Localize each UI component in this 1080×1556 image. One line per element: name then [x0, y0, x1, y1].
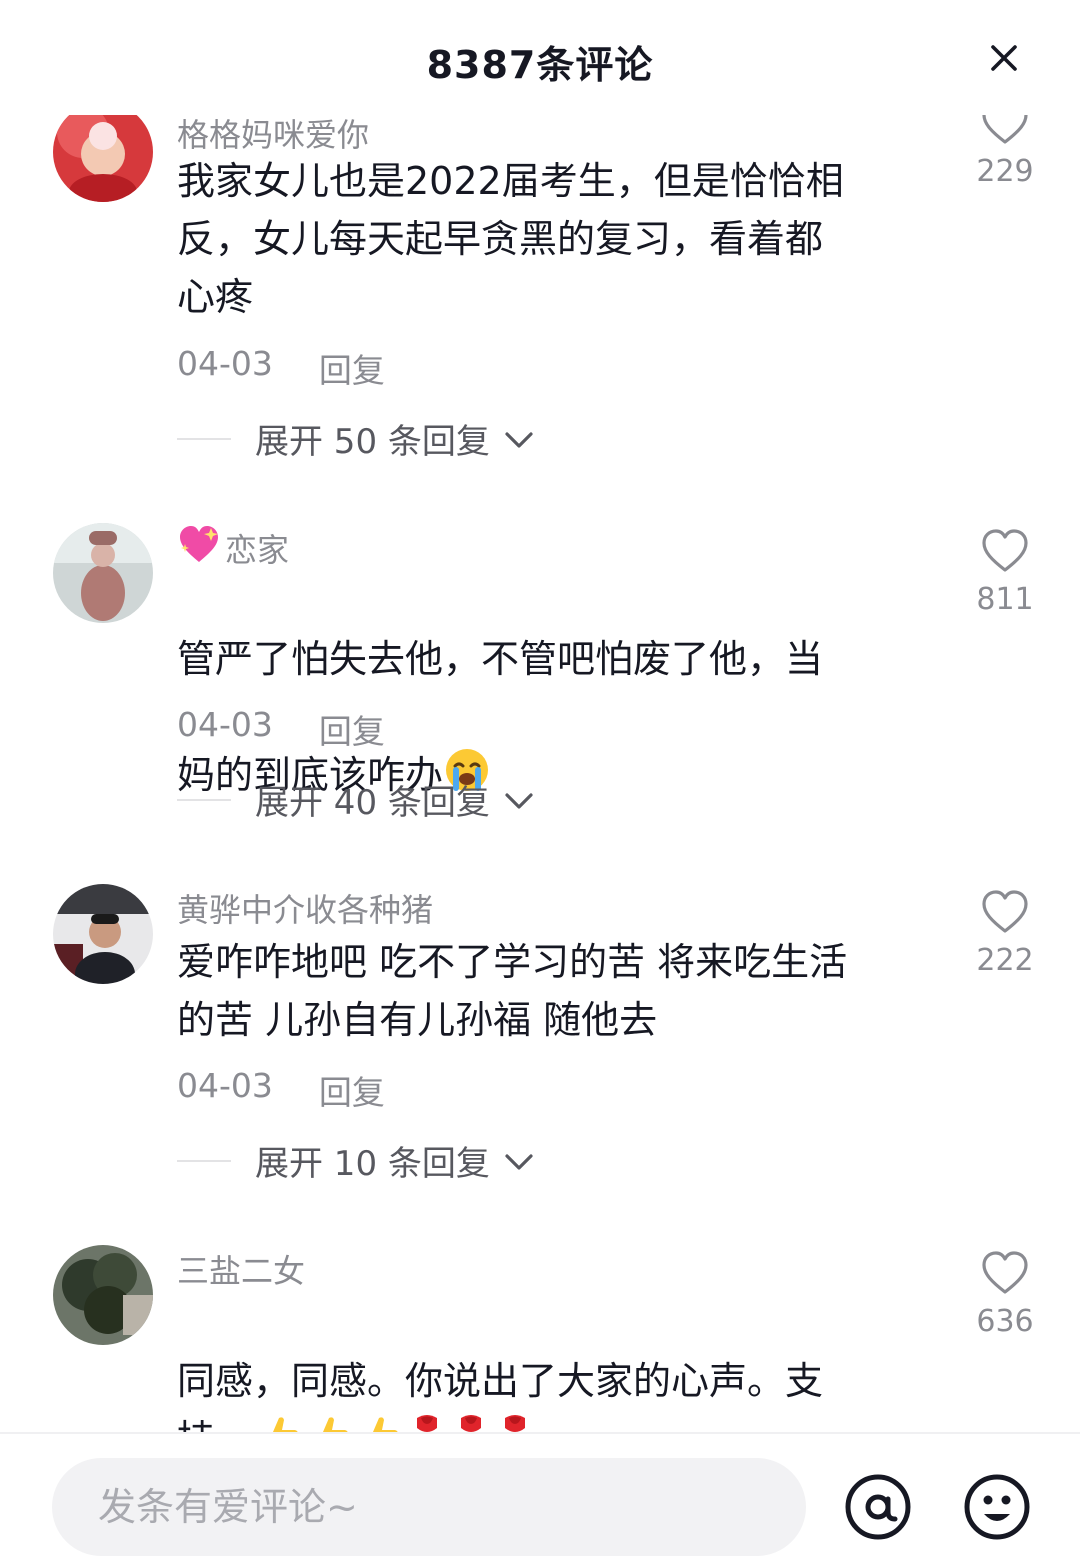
avatar[interactable] — [53, 102, 153, 202]
comment-username[interactable]: 恋家 — [177, 524, 289, 572]
avatar[interactable] — [53, 884, 153, 984]
emoji-button[interactable] — [962, 1472, 1032, 1542]
divider — [177, 1159, 231, 1162]
comments-header: 8387条评论 — [0, 0, 1080, 115]
expand-replies-button[interactable]: 展开 50 条回复 — [177, 414, 534, 463]
expand-replies-button[interactable]: 展开 40 条回复 — [177, 775, 534, 824]
page-title: 8387条评论 — [426, 43, 654, 87]
close-icon — [991, 45, 1017, 71]
reply-button[interactable]: 回复 — [319, 1066, 385, 1114]
comment-text: 同感，同感。你说出了大家的心声。支 持。 — [177, 1294, 917, 1432]
comment-list[interactable]: 格格妈咪爱你 我家女儿也是2022届考生，但是恰恰相 反，女儿每天起早贪黑的复习… — [0, 0, 1080, 1432]
comment-username[interactable]: 三盐二女 — [177, 1246, 305, 1292]
comment-date: 04-03 — [177, 1066, 273, 1105]
comment-meta: 04-03 回复 — [177, 705, 385, 753]
close-button[interactable] — [980, 34, 1028, 82]
at-mention-button[interactable] — [843, 1472, 913, 1542]
heart-icon — [980, 890, 1030, 939]
heart-icon — [980, 1251, 1030, 1300]
comment-input[interactable] — [52, 1458, 806, 1556]
username-text: 恋家 — [225, 531, 290, 569]
emoji-group — [253, 1415, 535, 1432]
heart-icon — [980, 529, 1030, 578]
like-count: 636 — [976, 1304, 1034, 1339]
at-mention-icon — [845, 1474, 911, 1540]
expand-replies-label: 展开 10 条回复 — [255, 1144, 490, 1184]
comment-text: 爱咋咋地吧 吃不了学习的苦 将来吃生活 的苦 儿孙自有儿孙福 随他去 — [177, 940, 848, 1042]
avatar[interactable] — [53, 1245, 153, 1345]
comment-text: 我家女儿也是2022届考生，但是恰恰相 反，女儿每天起早贪黑的复习，看着都 心疼 — [177, 159, 844, 319]
like-button[interactable]: 636 — [960, 1250, 1050, 1339]
comment-meta: 04-03 回复 — [177, 1066, 385, 1114]
rose-emoji — [495, 1410, 535, 1432]
thumbs-up-emoji — [357, 1412, 403, 1432]
expand-replies-label: 展开 40 条回复 — [255, 783, 490, 823]
avatar[interactable] — [53, 523, 153, 623]
thumbs-up-emoji — [257, 1412, 303, 1432]
comment-date: 04-03 — [177, 344, 273, 383]
reply-button[interactable]: 回复 — [319, 705, 385, 753]
like-button[interactable]: 811 — [960, 528, 1050, 617]
comment-username[interactable]: 格格妈咪爱你 — [177, 110, 369, 156]
comment-input-bar — [0, 1432, 1080, 1556]
thumbs-up-emoji — [307, 1412, 353, 1432]
sparkling-heart-emoji — [177, 524, 221, 572]
chevron-down-icon — [504, 780, 534, 820]
divider — [177, 798, 231, 801]
smiley-emoji-icon — [964, 1474, 1030, 1540]
divider — [177, 437, 231, 440]
comment-date: 04-03 — [177, 705, 273, 744]
like-button[interactable]: 222 — [960, 889, 1050, 978]
like-count: 229 — [976, 154, 1034, 189]
chevron-down-icon — [504, 1141, 534, 1181]
comment-username[interactable]: 黄骅中介收各种猪 — [177, 885, 433, 931]
expand-replies-button[interactable]: 展开 10 条回复 — [177, 1136, 534, 1185]
comment-meta: 04-03 回复 — [177, 344, 385, 392]
rose-emoji — [407, 1410, 447, 1432]
reply-button[interactable]: 回复 — [319, 344, 385, 392]
expand-replies-label: 展开 50 条回复 — [255, 422, 490, 462]
chevron-down-icon — [504, 419, 534, 459]
like-count: 222 — [976, 943, 1034, 978]
heart-icon — [980, 101, 1030, 150]
rose-emoji — [451, 1410, 491, 1432]
like-count: 811 — [976, 582, 1034, 617]
